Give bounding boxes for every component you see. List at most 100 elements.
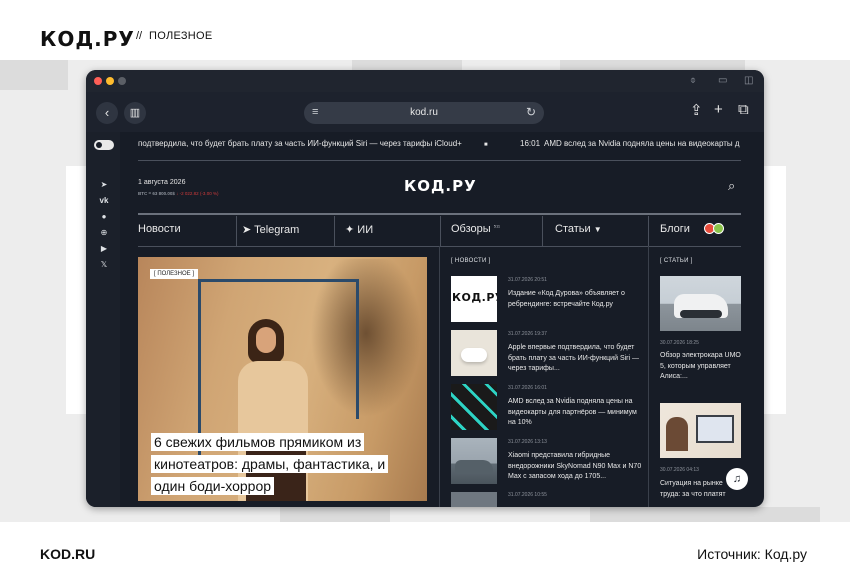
divider [138,213,741,215]
article-thumbnail[interactable] [660,276,741,331]
nav-reviews-label: Обзоры [451,223,491,235]
zoom-window-button[interactable] [118,77,126,85]
x-icon[interactable]: 𝕏 [98,260,110,269]
news-headline[interactable]: AMD вслед за Nvidia подняла цены на виде… [508,397,644,429]
nav-telegram[interactable]: ➤ Telegram [242,223,299,236]
brand-separator: // [136,30,143,42]
column-divider [648,246,649,507]
sidebar-toggle-icon[interactable]: ◫ [744,75,753,86]
ticker-separator: ■ [484,142,488,148]
reader-icon[interactable]: ▥ [124,102,146,124]
deco-block [590,507,820,522]
article-date: 30.07.2026 18:25 [660,340,699,346]
hero-title[interactable]: 6 свежих фильмов прямиком из кинотеатров… [151,431,409,497]
url-text: kod.ru [410,107,438,118]
social-sidebar: ➤ vk ● ⊕ ▶ 𝕏 [86,132,120,507]
chat-icon[interactable]: ● [98,212,110,221]
ticker-time: 16:01 [520,139,541,148]
nav-divider [648,216,649,246]
youtube-icon[interactable]: ▶ [98,244,110,253]
extension-icon[interactable]: ⌽ [690,75,696,86]
hero-image-shadow [306,259,426,424]
btc-rate: BTC = 63 800.00$ ↓ -2 022.82 (-3.00 %) [138,191,218,196]
ticker-item[interactable]: подтвердила, что будет брать плату за ча… [138,139,462,148]
nav-divider [334,216,335,246]
site-logo[interactable]: КОД.РУ [404,177,477,195]
hero-badge: [ ПОЛЕЗНОЕ ] [150,269,199,279]
news-thumbnail[interactable] [451,438,497,484]
hero-title-text: 6 свежих фильмов прямиком из кинотеатров… [151,433,389,495]
telegram-icon[interactable]: ➤ [98,180,110,189]
hero-image-frame [198,279,358,282]
hero-image-person [256,327,276,353]
brand-logo: КОД.РУ [40,27,135,51]
news-headline[interactable]: Xiaomi представила гибридные внедорожник… [508,451,644,483]
minimize-window-button[interactable] [106,77,114,85]
news-thumbnail[interactable]: КОД.РУ [451,276,497,322]
sparkle-icon: ✦ [345,224,355,236]
nav-ai-label: ИИ [357,224,374,236]
chevron-down-icon: ▼ [593,225,602,234]
news-time: 31.07.2026 20:51 [508,277,547,283]
current-date: 1 августа 2026 [138,179,186,186]
close-window-button[interactable] [94,77,102,85]
footer-site: KOD.RU [40,546,96,562]
title-bar: ⌽ ▭ ◫ [86,70,764,92]
add-icon[interactable]: ⊕ [98,228,110,237]
back-button[interactable]: ‹ [96,102,118,124]
nav-blogs[interactable]: Блоги [660,223,690,235]
footer-source: Источник: Код.ру [697,546,807,562]
vk-icon[interactable]: vk [98,196,110,205]
news-thumbnail[interactable] [451,330,497,376]
share-icon[interactable]: ⇪ [690,101,703,119]
news-thumbnail[interactable] [451,384,497,430]
screen-icon[interactable]: ▭ [718,75,727,86]
nav-divider [440,216,441,246]
btc-rate-value: BTC = 63 800.00$ [138,191,175,196]
nav-ai[interactable]: ✦ ИИ [345,223,373,236]
ticker-item[interactable]: AMD вслед за Nvidia подняла цены на виде… [544,139,740,148]
news-time: 31.07.2026 16:01 [508,385,547,391]
hero-card[interactable]: [ ПОЛЕЗНОЕ ] 6 свежих фильмов прямиком и… [138,257,427,501]
deco-block [0,60,68,90]
tabs-overview-icon[interactable]: ⧉ [738,101,749,118]
hero-image-frame [356,279,359,419]
articles-section-label: [ СТАТЬИ ] [660,258,693,264]
reviews-count: 511 [493,223,501,229]
deco-block [66,166,88,414]
news-time: 31.07.2026 10:55 [508,492,547,498]
search-icon[interactable]: ⌕ [728,178,735,194]
news-headline[interactable]: Apple впервые подтвердила, что будет бра… [508,343,644,375]
nav-divider [542,216,543,246]
news-time: 31.07.2026 13:13 [508,439,547,445]
article-thumbnail[interactable] [660,403,741,458]
nav-divider [236,216,237,246]
section-label: ПОЛЕЗНОЕ [149,30,213,42]
address-bar[interactable]: ≡ kod.ru ↻ [304,102,544,124]
new-tab-icon[interactable]: + [714,101,723,118]
news-thumbnail[interactable] [451,492,497,507]
article-date: 30.07.2026 04:13 [660,467,699,473]
news-section-label: [ НОВОСТИ ] [451,258,491,264]
nav-articles-label: Статьи [555,223,591,235]
news-headline[interactable]: Издание «Код Дурова» объявляет о ребренд… [508,289,644,310]
browser-toolbar: ‹ ▥ ≡ kod.ru ↻ ⇪ + ⧉ [86,92,764,132]
column-divider [439,246,440,507]
nav-articles[interactable]: Статьи ▼ [555,223,602,235]
browser-window: ⌽ ▭ ◫ ‹ ▥ ≡ kod.ru ↻ ⇪ + ⧉ ➤ vk ● ⊕ ▶ 𝕏 … [86,70,764,507]
deco-block [764,166,786,414]
theme-toggle[interactable] [94,140,114,150]
btc-rate-change: ↓ -2 022.82 (-3.00 %) [176,191,219,196]
nav-news[interactable]: Новости [138,223,181,235]
reload-icon[interactable]: ↻ [526,105,536,119]
blog-avatar-icon[interactable] [713,223,724,234]
nav-telegram-label: Telegram [254,224,300,236]
notification-bell-icon[interactable]: ♫ [726,468,748,490]
divider [138,160,741,161]
nav-reviews[interactable]: Обзоры 511 [451,223,500,235]
news-time: 31.07.2026 19:37 [508,331,547,337]
telegram-icon: ➤ [242,224,252,236]
article-headline[interactable]: Обзор электрокара UMO 5, которым управля… [660,351,744,383]
news-thumbnail-logo: КОД.РУ [452,291,497,304]
deco-block [280,507,390,522]
